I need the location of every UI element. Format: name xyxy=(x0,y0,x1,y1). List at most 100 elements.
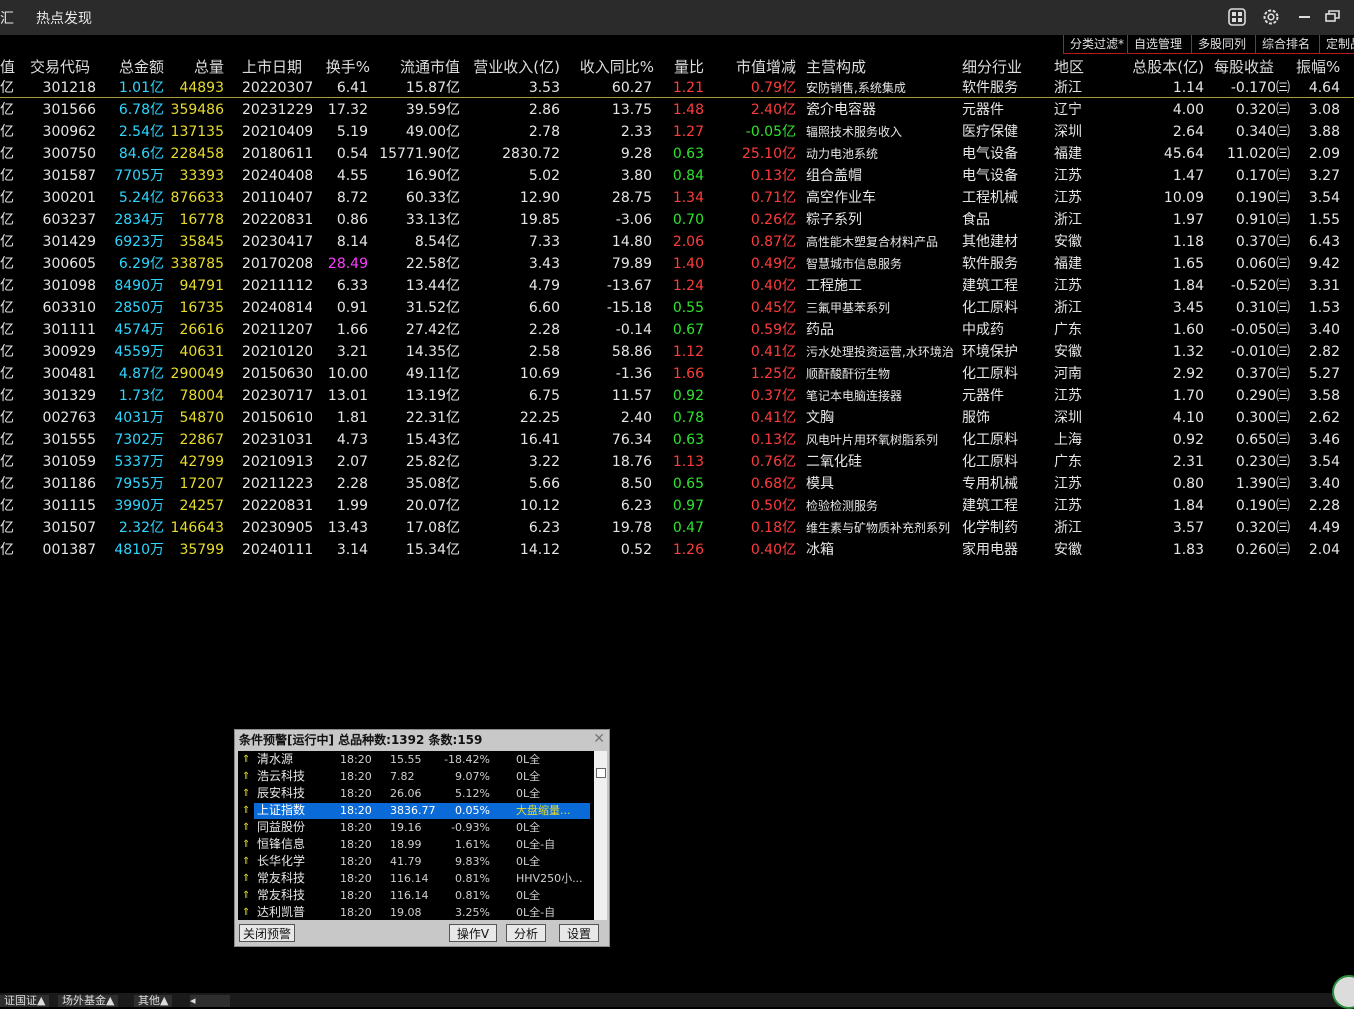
gear-icon[interactable] xyxy=(1261,7,1281,27)
table-row[interactable]: 亿 603310 2850万 16735 20240814 0.91 31.52亿 6.60 -… xyxy=(0,297,1354,319)
table-row[interactable]: 亿 002763 4031万 54870 20150610 1.81 22.31亿 22.25… xyxy=(0,407,1354,429)
alert-list-item[interactable]: ⇑ 恒锋信息 18:20 18.99 1.61% 0L全-自 xyxy=(238,836,594,853)
cell-mcap: 31.52亿 xyxy=(405,300,460,316)
table-row[interactable]: 亿 301555 7302万 22867 20231031 4.73 15.43亿 16.41… xyxy=(0,429,1354,451)
col-header[interactable]: 总股本(亿) xyxy=(1114,56,1204,78)
cell-vol: 54870 xyxy=(179,410,224,426)
cell-date: 20210120 xyxy=(242,344,312,360)
grid-icon[interactable] xyxy=(1227,7,1247,27)
alert-list-item[interactable]: ⇑ 常友科技 18:20 116.14 0.81% HHV250小... xyxy=(238,870,594,887)
tab-custom[interactable]: 定制品 xyxy=(1319,35,1354,54)
col-header[interactable]: 地区 xyxy=(1054,56,1114,78)
cell-turn: 13.43 xyxy=(327,520,368,536)
table-row[interactable]: 亿 300962 2.54亿 137135 20210409 5.19 49.00亿 2.78… xyxy=(0,121,1354,143)
table-row[interactable]: 亿 301115 3990万 24257 20220831 1.99 20.07亿 10.12… xyxy=(0,495,1354,517)
table-row[interactable]: 亿 301566 6.78亿 359486 20231229 17.32 39.59亿 2.8… xyxy=(0,99,1354,121)
table-row[interactable]: 亿 300481 4.87亿 290049 20150630 10.00 49.11亿 10.… xyxy=(0,363,1354,385)
col-header[interactable]: 总量 xyxy=(164,56,224,78)
cell-eps: 0.060㈢ xyxy=(1235,256,1290,272)
tab-multi-stock[interactable]: 多股同列 xyxy=(1191,35,1255,54)
tab-composite-rank[interactable]: 综合排名 xyxy=(1255,35,1319,54)
cell-amt: 4559万 xyxy=(114,344,164,360)
close-alert-button[interactable]: 关闭预警 xyxy=(239,924,295,942)
alert-list-item[interactable]: ⇑ 辰安科技 18:20 26.06 5.12% 0L全 xyxy=(238,785,594,802)
cell-yoy: 79.89 xyxy=(611,256,652,272)
tab-watchlist-manage[interactable]: 自选管理 xyxy=(1127,35,1191,54)
cell-vol: 44893 xyxy=(179,80,224,96)
table-row[interactable]: 亿 301111 4574万 26616 20211207 1.66 27.42亿 2.28 -… xyxy=(0,319,1354,341)
operate-button[interactable]: 操作V xyxy=(449,924,497,942)
cell-code: 301429 xyxy=(42,234,96,250)
cell-chg: 0.37亿 xyxy=(750,388,796,404)
alert-list-item[interactable]: ⇑ 浩云科技 18:20 7.82 9.07% 0L全 xyxy=(238,768,594,785)
minimize-icon[interactable] xyxy=(1295,7,1315,27)
col-header[interactable]: 上市日期 xyxy=(242,56,312,78)
col-header[interactable]: 换手% xyxy=(310,56,370,78)
table-row[interactable]: 亿 301429 6923万 35845 20230417 8.14 8.54亿 7.33 14… xyxy=(0,231,1354,253)
tab-other[interactable]: 其他▲ xyxy=(134,995,173,1007)
cell-mcap: 49.11亿 xyxy=(405,366,460,382)
condition-alert-window[interactable]: 条件预警[运行中] 总品种数:1392 条数:159 ✕ ⇑ 清水源 18:20 15… xyxy=(234,729,610,947)
cell-code: 301555 xyxy=(42,432,96,448)
menu-hot-discovery[interactable]: 热点发现 xyxy=(36,8,92,28)
table-row[interactable]: 亿 301507 2.32亿 146643 20230905 13.43 17.08亿 6.2… xyxy=(0,517,1354,539)
col-header[interactable]: 市值增减 xyxy=(704,56,796,78)
alert-list-item[interactable]: ⇑ 清水源 18:20 15.55 -18.42% 0L全 xyxy=(238,751,594,768)
cell-eps: 0.290㈢ xyxy=(1235,388,1290,404)
table-row[interactable]: 亿 300605 6.29亿 338785 20170208 28.49 22.58亿 3.4… xyxy=(0,253,1354,275)
cell-vol: 137135 xyxy=(170,124,224,140)
alert-list-item[interactable]: ⇑ 达利凯普 18:20 19.08 3.25% 0L全-自 xyxy=(238,904,594,920)
table-row[interactable]: 亿 603237 2834万 16778 20220831 0.86 33.13亿 19.85… xyxy=(0,209,1354,231)
cell-amp: 3.27 xyxy=(1308,168,1340,184)
cell-chg: 0.40亿 xyxy=(750,542,796,558)
close-icon[interactable]: ✕ xyxy=(593,731,605,747)
cell-chg: 0.41亿 xyxy=(750,410,796,426)
col-header[interactable]: 流通市值 xyxy=(370,56,460,78)
table-row[interactable]: 亿 300929 4559万 40631 20210120 3.21 14.35亿 2.58 5… xyxy=(0,341,1354,363)
table-row[interactable]: 亿 301329 1.73亿 78004 20230717 13.01 13.19亿 6.75… xyxy=(0,385,1354,407)
alert-scrollbar[interactable] xyxy=(594,751,607,920)
alert-checkbox[interactable] xyxy=(596,768,606,778)
cell-amt: 6.29亿 xyxy=(118,256,164,272)
cell-ind: 软件服务 xyxy=(962,256,1018,272)
col-header[interactable]: 每股收益 xyxy=(1214,56,1294,78)
alert-list-item[interactable]: ⇑ 同益股份 18:20 19.16 -0.93% 0L全 xyxy=(238,819,594,836)
analyze-button[interactable]: 分析 xyxy=(506,924,546,942)
menu-hui[interactable]: 汇 xyxy=(0,8,14,28)
restore-icon[interactable] xyxy=(1323,7,1343,27)
tab-category-filter[interactable]: 分类过滤* xyxy=(1063,35,1126,54)
col-header[interactable]: 值 xyxy=(0,56,20,78)
cell-vr: 1.24 xyxy=(672,278,704,294)
alert-list-item[interactable]: ⇑ 常友科技 18:20 116.14 0.81% 0L全 xyxy=(238,887,594,904)
col-header[interactable]: 振幅% xyxy=(1296,56,1354,78)
table-row[interactable]: 亿 300201 5.24亿 876633 20110407 8.72 60.33亿 12.9… xyxy=(0,187,1354,209)
cell-code: 300481 xyxy=(42,366,96,382)
col-header[interactable]: 主营构成 xyxy=(806,56,956,78)
alert-title[interactable]: 条件预警[运行中] 总品种数:1392 条数:159 xyxy=(235,730,609,750)
cell-reg: 江苏 xyxy=(1054,168,1082,184)
table-row[interactable]: 亿 300750 84.6亿 228458 20180611 0.54 15771.90亿 2… xyxy=(0,143,1354,165)
cell-reg: 安徽 xyxy=(1054,542,1082,558)
alert-list-item[interactable]: ⇑ 上证指数 18:20 3836.77 0.05% 大盘缩量... xyxy=(238,802,594,819)
table-row[interactable]: 亿 301098 8490万 94791 20211112 6.33 13.44亿 4.79 -… xyxy=(0,275,1354,297)
cell-yoy: -13.67 xyxy=(606,278,652,294)
tab-guozheng[interactable]: 证国证▲ xyxy=(0,995,50,1007)
cell-a: 亿 xyxy=(0,322,14,338)
col-header[interactable]: 细分行业 xyxy=(962,56,1052,78)
cell-chg: 0.71亿 xyxy=(750,190,796,206)
table-row[interactable]: 亿 301059 5337万 42799 20210913 2.07 25.82亿 3.22 1… xyxy=(0,451,1354,473)
settings-button[interactable]: 设置 xyxy=(559,924,599,942)
cell-eps: 0.190㈢ xyxy=(1235,498,1290,514)
col-header[interactable]: 收入同比% xyxy=(560,56,654,78)
col-header[interactable]: 交易代码 xyxy=(30,56,100,78)
table-row[interactable]: 亿 301186 7955万 17207 20211223 2.28 35.08亿 5.66 8… xyxy=(0,473,1354,495)
alert-list-item[interactable]: ⇑ 长华化学 18:20 41.79 9.83% 0L全 xyxy=(238,853,594,870)
col-header[interactable]: 总金额 xyxy=(100,56,164,78)
col-header[interactable]: 营业收入(亿) xyxy=(460,56,560,78)
table-row[interactable]: 亿 301587 7705万 33393 20240408 4.55 16.90亿 5.02 3… xyxy=(0,165,1354,187)
table-row[interactable]: 亿 301218 1.01亿 44893 20220307 6.41 15.87亿 3.53 6… xyxy=(0,77,1354,99)
table-row[interactable]: 亿 001387 4810万 35799 20240111 3.14 15.34亿 14.12… xyxy=(0,539,1354,561)
tab-otc-fund[interactable]: 场外基金▲ xyxy=(58,995,119,1007)
col-header[interactable]: 量比 xyxy=(654,56,704,78)
tab-scroll-left-icon[interactable]: ◂ xyxy=(190,995,230,1007)
